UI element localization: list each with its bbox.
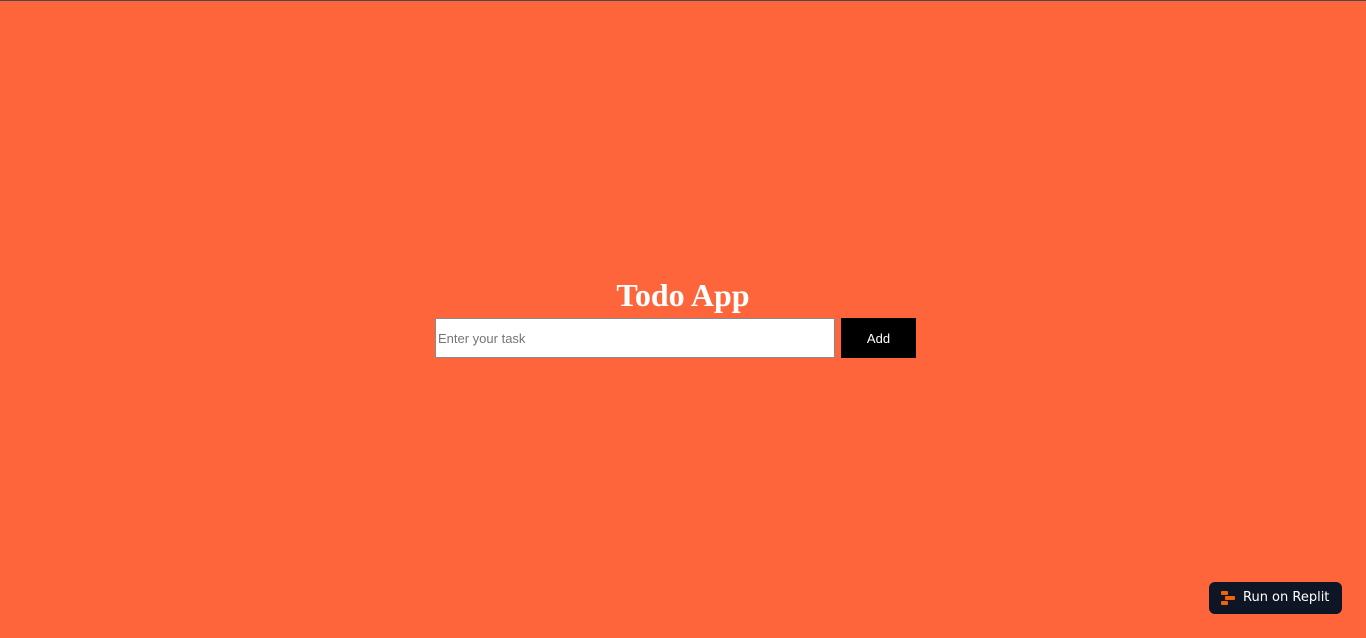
run-on-replit-label: Run on Replit bbox=[1243, 590, 1330, 605]
task-input[interactable] bbox=[435, 318, 835, 358]
replit-logo-icon bbox=[1221, 591, 1235, 605]
page-title: Todo App bbox=[616, 277, 750, 313]
top-border bbox=[0, 0, 1366, 1]
add-button[interactable]: Add bbox=[841, 318, 916, 358]
run-on-replit-button[interactable]: Run on Replit bbox=[1209, 582, 1342, 614]
